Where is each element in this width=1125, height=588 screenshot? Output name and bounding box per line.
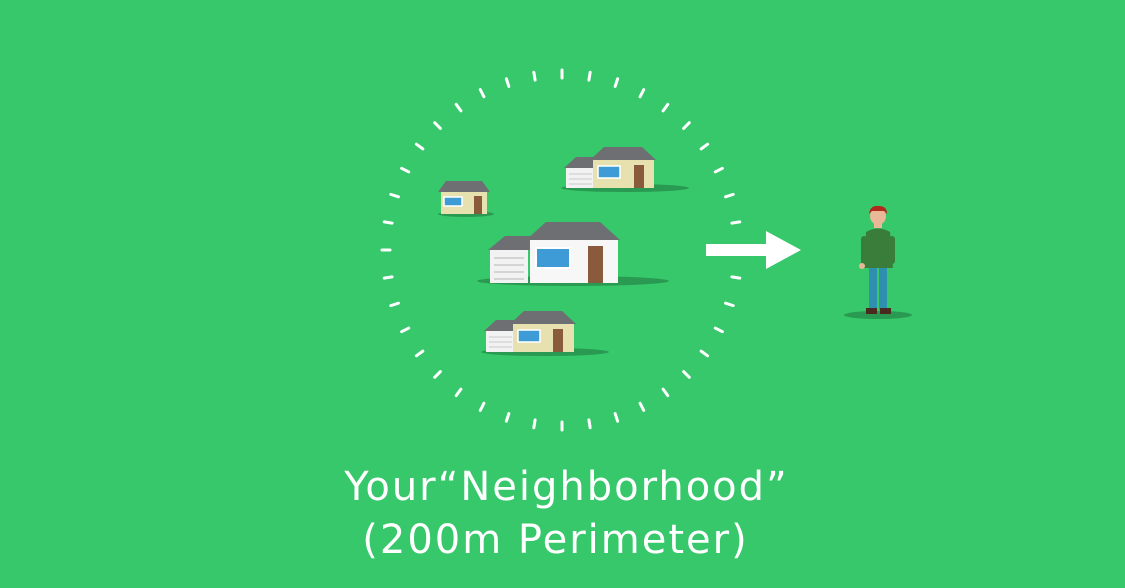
perimeter-dash — [478, 401, 486, 412]
perimeter-dash — [713, 166, 724, 174]
perimeter-dash — [454, 387, 463, 398]
perimeter-dash — [454, 102, 463, 113]
perimeter-dash — [532, 418, 537, 430]
perimeter-dash — [638, 401, 646, 412]
house-icon — [477, 222, 669, 286]
perimeter-dash — [638, 88, 646, 99]
perimeter-dash — [682, 370, 691, 379]
caption-title: Your“Neighborhood” — [344, 464, 789, 510]
perimeter-dash — [414, 142, 425, 151]
perimeter-dash — [699, 349, 710, 358]
perimeter-dash — [504, 77, 511, 88]
perimeter-dash — [613, 412, 620, 423]
perimeter-dash — [382, 275, 394, 280]
perimeter-dash — [661, 102, 670, 113]
perimeter-dash — [713, 326, 724, 334]
perimeter-dash — [433, 121, 442, 130]
person-icon — [844, 205, 912, 319]
perimeter-dash — [389, 192, 400, 199]
perimeter-dash — [400, 166, 411, 174]
arrow-right-icon — [706, 231, 801, 269]
house-icon — [561, 147, 689, 192]
perimeter-dash — [414, 349, 425, 358]
perimeter-dash — [587, 70, 592, 82]
perimeter-dash — [504, 412, 511, 423]
perimeter-dash — [382, 220, 394, 225]
house-icon — [438, 181, 494, 217]
perimeter-dash — [730, 275, 742, 280]
perimeter-dash — [613, 77, 620, 88]
house-icon — [481, 311, 609, 356]
perimeter-dash — [724, 192, 735, 199]
perimeter-dash — [389, 301, 400, 308]
perimeter-dash — [400, 326, 411, 334]
perimeter-dash — [699, 142, 710, 151]
perimeter-dash — [730, 220, 742, 225]
perimeter-dash — [587, 418, 592, 430]
perimeter-dash — [532, 70, 537, 82]
caption-subtitle: (200m Perimeter) — [362, 517, 749, 563]
perimeter-dash — [433, 370, 442, 379]
perimeter-dash — [724, 301, 735, 308]
perimeter-dash — [661, 387, 670, 398]
perimeter-dash — [478, 88, 486, 99]
perimeter-dash — [682, 121, 691, 130]
